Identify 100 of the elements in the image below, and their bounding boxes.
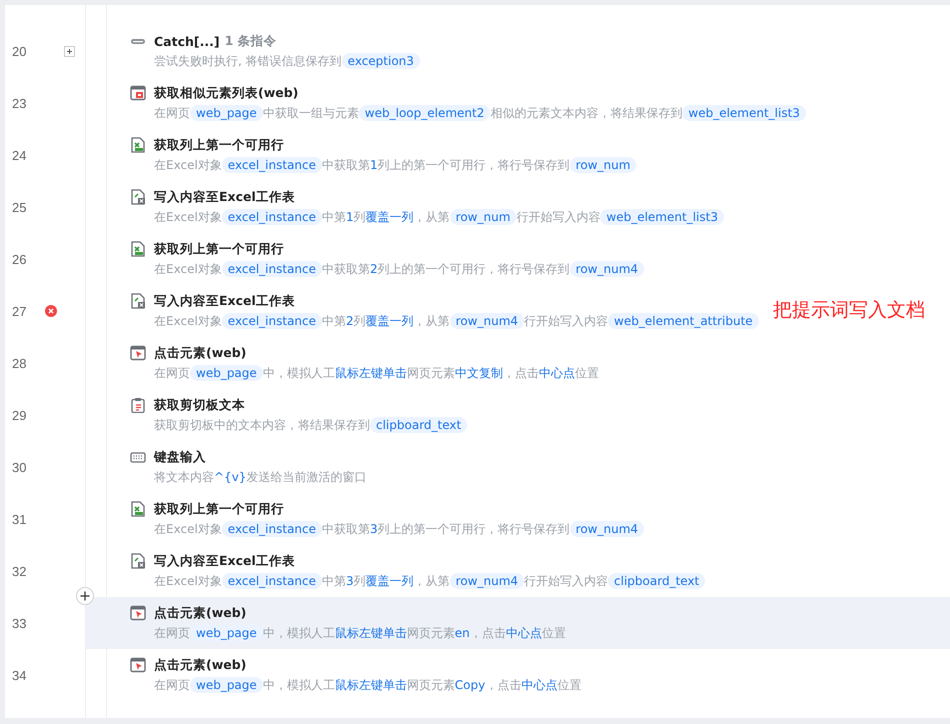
variable-tag: web_element_list3 <box>600 209 724 225</box>
variable-tag: excel_instance <box>222 573 322 589</box>
description-text: 在Excel对象 <box>154 572 222 590</box>
instruction-count: 1 条指令 <box>224 32 277 50</box>
description-text: 中获取第 <box>322 520 370 538</box>
keyword-text: 2 <box>370 262 378 276</box>
description-text: 列 <box>354 208 366 226</box>
keyword-text: 覆盖一列 <box>366 208 414 226</box>
variable-tag: row_num4 <box>570 261 644 277</box>
description-text: 列 <box>354 572 366 590</box>
line-number: 33 <box>12 616 26 630</box>
description-text: 行开始写入内容 <box>524 572 608 590</box>
browser-window-icon <box>130 85 146 101</box>
keyword-text: 2 <box>346 314 354 328</box>
keyword-text: ^{v} <box>214 470 246 484</box>
description-text: 在Excel对象 <box>154 208 222 226</box>
description-text: 在Excel对象 <box>154 312 222 330</box>
line-number: 30 <box>12 460 26 474</box>
description-text: 列上的第一个可用行，将行号保存到 <box>378 156 570 174</box>
step-title: 获取列上第一个可用行 <box>154 136 284 154</box>
description-text: 将文本内容 <box>154 468 214 486</box>
line-number: 29 <box>12 408 26 422</box>
keyword-text: 覆盖一列 <box>366 312 414 330</box>
keyword-text: 1 <box>370 158 378 172</box>
description-text: 尝试失败时执行, 将错误信息保存到 <box>154 52 342 70</box>
line-number: 34 <box>12 668 26 682</box>
variable-tag: clipboard_text <box>370 417 468 433</box>
step-title: 获取列上第一个可用行 <box>154 500 284 518</box>
variable-tag: web_element_attribute <box>608 313 759 329</box>
description-text: 中第 <box>322 312 346 330</box>
description-text: 在网页 <box>154 624 190 642</box>
step-title: 获取列上第一个可用行 <box>154 240 284 258</box>
variable-tag: web_page <box>190 105 263 121</box>
description-text: 中获取第 <box>322 260 370 278</box>
description-text: 列上的第一个可用行，将行号保存到 <box>378 520 570 538</box>
description-text: 在Excel对象 <box>154 520 222 538</box>
spreadsheet-doc-icon <box>130 293 146 309</box>
step-title: 点击元素(web) <box>154 604 246 622</box>
step-title: 点击元素(web) <box>154 344 246 362</box>
line-number: 27 <box>12 304 26 318</box>
description-text: 在Excel对象 <box>154 156 222 174</box>
keyword-text: 鼠标左键单击 <box>334 676 407 694</box>
expand-icon[interactable] <box>64 46 75 56</box>
description-text: 中，模拟人工 <box>262 364 335 382</box>
description-text: 网页元素 <box>406 624 455 642</box>
spreadsheet-doc-icon <box>130 553 146 569</box>
description-text: 在网页 <box>154 364 190 382</box>
cursor-window-icon <box>130 605 146 621</box>
description-text: 发送给当前激活的窗口 <box>246 468 366 486</box>
variable-tag: row_num <box>570 157 636 173</box>
description-text: 网页元素 <box>406 676 455 694</box>
variable-tag: clipboard_text <box>608 573 706 589</box>
spreadsheet-doc-icon <box>130 241 146 257</box>
description-text: 行开始写入内容 <box>524 312 608 330</box>
variable-tag: row_num4 <box>450 573 524 589</box>
line-number: 20 <box>12 44 26 58</box>
clipboard-icon <box>130 397 146 413</box>
description-text: ，点击 <box>470 624 506 642</box>
spreadsheet-doc-icon <box>130 137 146 153</box>
cursor-window-icon <box>130 345 146 361</box>
variable-tag: web_element_list3 <box>682 105 806 121</box>
variable-tag: row_num4 <box>570 521 644 537</box>
keyword-text: 中心点 <box>521 676 558 694</box>
keyword-text: 3 <box>346 574 354 588</box>
description-text: ，从第 <box>414 312 450 330</box>
description-text: ，从第 <box>414 208 450 226</box>
keyword-text: 中心点 <box>538 364 575 382</box>
description-text: 中第 <box>322 208 346 226</box>
cursor-window-icon <box>130 657 146 673</box>
description-text: 行开始写入内容 <box>516 208 600 226</box>
description-text: ，点击 <box>485 676 522 694</box>
description-text: 列上的第一个可用行，将行号保存到 <box>378 260 570 278</box>
description-text: 中获取第 <box>322 156 370 174</box>
variable-tag: row_num <box>450 209 516 225</box>
step-title: 写入内容至Excel工作表 <box>154 552 295 570</box>
description-text: 中获取一组与元素 <box>262 104 359 122</box>
description-text: 网页元素 <box>406 364 455 382</box>
line-number: 32 <box>12 564 26 578</box>
description-text: 中第 <box>322 572 346 590</box>
plus-icon <box>80 591 90 601</box>
variable-tag: web_loop_element2 <box>358 105 490 121</box>
line-number: 28 <box>12 356 26 370</box>
step-title: 点击元素(web) <box>154 656 246 674</box>
description-text: 位置 <box>542 624 566 642</box>
variable-tag: excel_instance <box>222 261 322 277</box>
keyword-text: 鼠标左键单击 <box>334 624 407 642</box>
spreadsheet-doc-icon <box>130 189 146 205</box>
step-title: Catch[...] <box>154 34 220 48</box>
insert-step-button[interactable] <box>76 587 94 605</box>
description-text: 位置 <box>557 676 582 694</box>
keyword-text: Copy <box>454 678 486 692</box>
description-text: 在网页 <box>154 676 190 694</box>
variable-tag: excel_instance <box>222 209 322 225</box>
variable-tag: row_num4 <box>450 313 524 329</box>
keyword-text: en <box>454 626 470 640</box>
description-text: 获取剪切板中的文本内容，将结果保存到 <box>154 416 370 434</box>
description-text: 相似的元素文本内容，将结果保存到 <box>490 104 682 122</box>
variable-tag: excel_instance <box>222 157 322 173</box>
description-text: 列 <box>354 312 366 330</box>
spreadsheet-doc-icon <box>130 501 146 517</box>
